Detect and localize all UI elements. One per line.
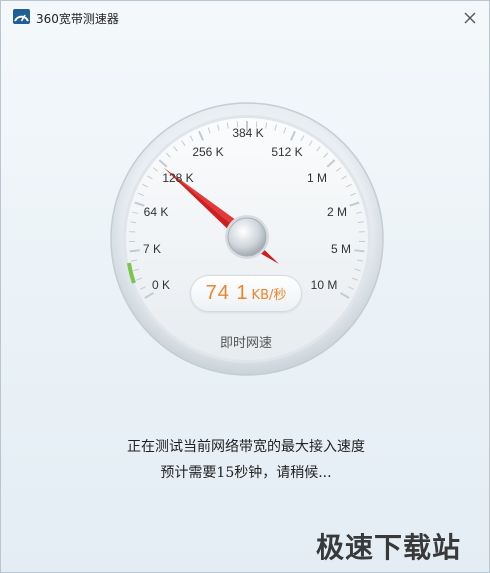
tick-label-64k: 64 K	[143, 205, 169, 219]
app-logo-icon	[13, 9, 30, 24]
speed-value: 74 1	[205, 282, 249, 304]
tick-label-0k: 0 K	[151, 278, 171, 292]
status-line-1: 正在测试当前网络带宽的最大接入速度	[127, 439, 365, 455]
tick-label-128k: 128 K	[162, 171, 194, 185]
close-button[interactable]	[459, 7, 481, 29]
status-line-2: 预计需要15秒钟，请稍候...	[160, 465, 332, 481]
tick-label-7k: 7 K	[142, 242, 162, 256]
tick-label-5m: 5 M	[330, 242, 352, 256]
speed-unit: KB/秒	[251, 288, 287, 303]
app-window: 360宽带测速器 0 K 7 K 64 K 128 K 256 K 384 K …	[0, 0, 490, 573]
tick-label-512k: 512 K	[271, 145, 303, 159]
window-title: 360宽带测速器	[36, 12, 119, 26]
tick-label-384k: 384 K	[232, 126, 264, 140]
speed-readout: 74 1 KB/秒	[190, 275, 302, 312]
tick-label-10m: 10 M	[310, 278, 338, 292]
tick-label-256k: 256 K	[192, 145, 224, 159]
watermark: 极速下载站	[316, 531, 462, 564]
title-bar: 360宽带测速器	[1, 1, 489, 34]
gauge-tick	[129, 249, 140, 253]
close-icon	[464, 9, 476, 28]
tick-label-1m: 1 M	[306, 171, 328, 185]
gauge-caption: 即时网速	[219, 336, 273, 351]
gauge-tick	[354, 249, 365, 253]
tick-label-2m: 2 M	[326, 205, 348, 219]
